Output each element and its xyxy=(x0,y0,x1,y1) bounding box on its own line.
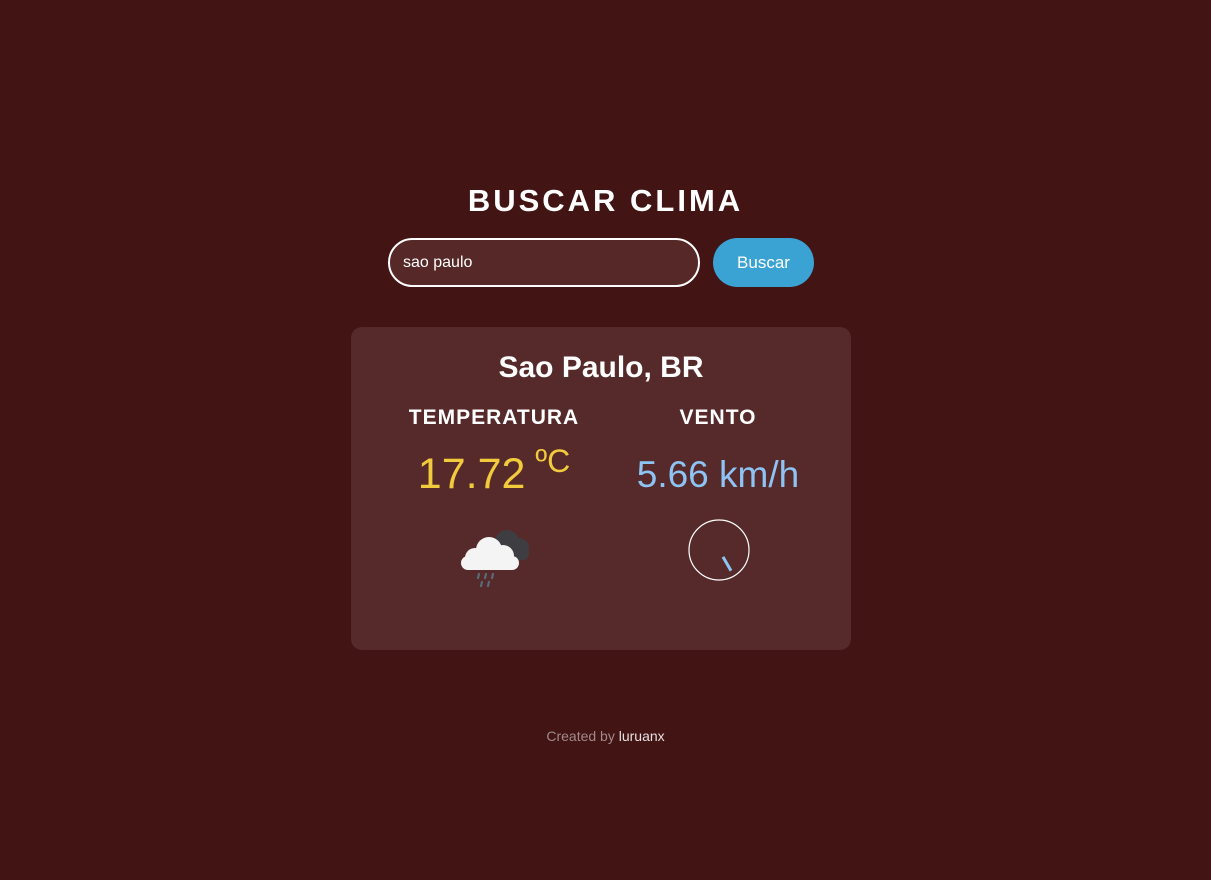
page: BUSCAR CLIMA Buscar Sao Paulo, BR TEMPER… xyxy=(0,0,1211,880)
page-title: BUSCAR CLIMA xyxy=(467,183,744,218)
temperature-section: TEMPERATURA 17.72 ºC xyxy=(384,405,604,502)
temperature-label: TEMPERATURA xyxy=(408,406,580,429)
temperature-value: 17.72 xyxy=(417,450,526,498)
wind-value: 5.66 km/h xyxy=(636,454,800,495)
wind-direction-dial xyxy=(688,519,750,581)
city-name: Sao Paulo, BR xyxy=(498,351,704,384)
author-link[interactable]: luruanx xyxy=(619,728,665,744)
temperature-value-row: 17.72 ºC xyxy=(384,443,604,502)
search-button[interactable]: Buscar xyxy=(713,238,814,287)
wind-direction-needle xyxy=(721,556,733,572)
wind-section: VENTO 5.66 km/h xyxy=(608,405,828,497)
city-search-input[interactable] xyxy=(388,238,700,287)
weather-card: Sao Paulo, BR TEMPERATURA 17.72 ºC VENTO … xyxy=(351,327,851,650)
footer-prefix: Created by xyxy=(546,728,615,744)
wind-dial-ring xyxy=(688,519,750,581)
temperature-unit: ºC xyxy=(535,443,571,479)
rain-cloud-icon xyxy=(461,530,529,588)
footer: Created by luruanx xyxy=(0,728,1211,744)
wind-label: VENTO xyxy=(679,406,757,429)
